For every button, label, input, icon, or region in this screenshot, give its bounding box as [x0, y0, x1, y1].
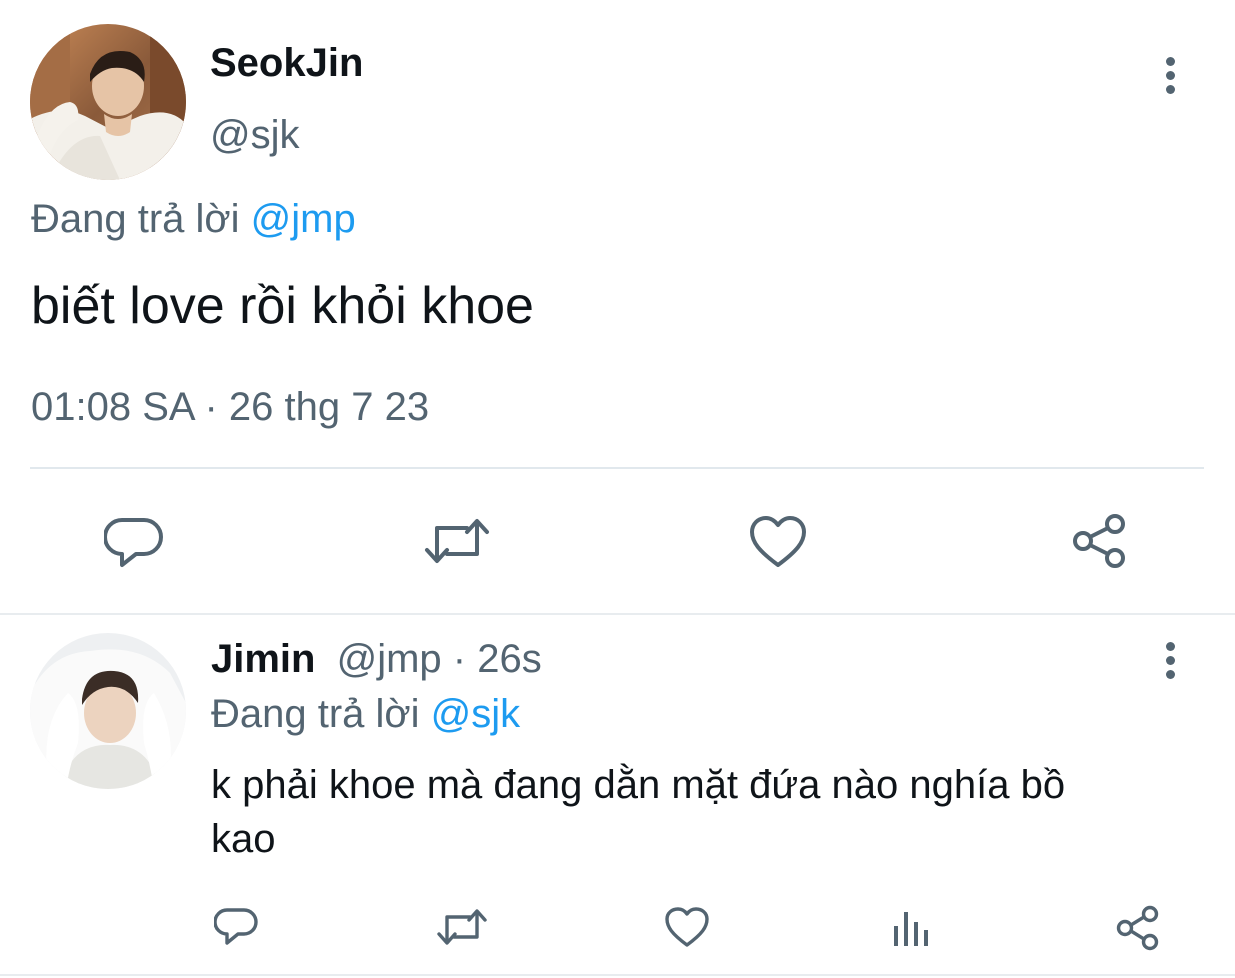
replying-to-link[interactable]: @sjk — [431, 692, 521, 736]
more-vertical-icon[interactable] — [1166, 57, 1175, 95]
replying-prefix: Đang trả lời — [31, 197, 240, 241]
replying-to: Đang trả lời @jmp — [31, 196, 356, 242]
relative-time[interactable]: 26s — [477, 637, 542, 681]
more-vertical-icon[interactable] — [1166, 642, 1175, 680]
handle[interactable]: @jmp — [337, 637, 442, 681]
separator: · — [452, 637, 467, 681]
reply-icon[interactable] — [104, 513, 164, 571]
share-icon[interactable] — [1071, 512, 1129, 570]
bottom-divider — [0, 974, 1235, 976]
display-name[interactable]: SeokJin — [210, 40, 363, 86]
handle[interactable]: @sjk — [210, 112, 300, 158]
replying-to: Đang trả lời @sjk — [211, 691, 520, 737]
tweet-separator — [0, 613, 1235, 615]
tweet-text-line-2: kao — [211, 817, 276, 861]
tweet-text-line-1: k phải khoe mà đang dằn mặt đứa nào nghí… — [211, 763, 1066, 807]
avatar[interactable] — [30, 24, 186, 180]
reply-header: Jimin @jmp · 26s — [211, 636, 542, 682]
tweet-text: biết love rồi khỏi khoe — [31, 277, 534, 335]
heart-icon[interactable] — [749, 515, 807, 569]
replying-to-link[interactable]: @jmp — [251, 197, 356, 241]
reply-icon[interactable] — [214, 906, 258, 948]
divider — [30, 467, 1204, 469]
analytics-icon[interactable] — [892, 908, 932, 948]
share-icon[interactable] — [1115, 905, 1161, 951]
retweet-icon[interactable] — [436, 906, 488, 948]
display-name[interactable]: Jimin — [211, 637, 315, 681]
heart-icon[interactable] — [664, 906, 710, 948]
timestamp[interactable]: 01:08 SA · 26 thg 7 23 — [31, 384, 429, 430]
avatar[interactable] — [30, 633, 186, 789]
replying-prefix: Đang trả lời — [211, 692, 420, 736]
retweet-icon[interactable] — [423, 514, 491, 568]
